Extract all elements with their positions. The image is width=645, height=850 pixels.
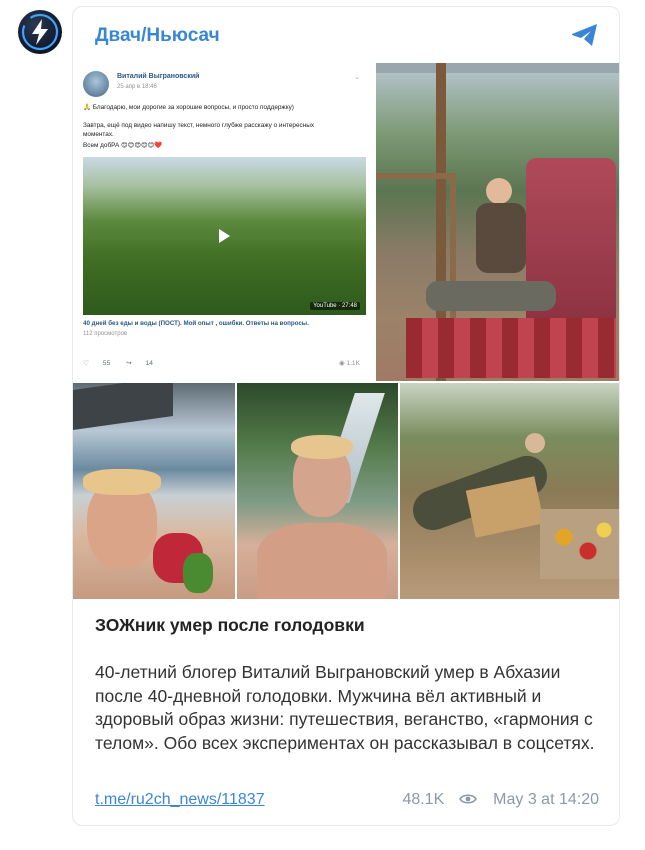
vk-text-line: Всем добРА 😊😊😍😊😊❤️ (83, 142, 163, 149)
vk-author-avatar (83, 71, 109, 97)
vk-likes: 55 (102, 360, 111, 367)
channel-logo-icon (21, 13, 59, 51)
vk-author-name: Виталий Выграновский (117, 73, 200, 80)
photo-gazebo[interactable] (376, 63, 619, 381)
post-views: 48.1K (402, 791, 445, 808)
vk-post-date: 25 апр в 18:46 (117, 84, 157, 90)
media-grid[interactable]: Виталий Выграновский 25 апр в 18:46 ⌄ 🙏 … (73, 63, 619, 599)
vk-text-line: 🙏 Благодарю, мои дорогие за хорошие вопр… (83, 104, 294, 111)
vk-views-count: ◉ 1.1K (339, 359, 360, 367)
vk-text-line: моментах. (83, 131, 114, 138)
post-card: Двач/Ньюсач Виталий Выграновский 25 апр … (72, 6, 620, 826)
chevron-down-icon: ⌄ (354, 74, 360, 81)
heart-icon: ♡ (83, 360, 89, 367)
vk-actions: ♡ 55 ↪ 14 (83, 359, 167, 367)
photo-waterfall[interactable] (237, 383, 398, 599)
post-body: 40-летний блогер Виталий Выграновский ум… (95, 662, 595, 753)
channel-name[interactable]: Двач/Ньюсач (95, 25, 220, 47)
post-header: Двач/Ньюсач (73, 7, 619, 63)
telegram-icon[interactable] (571, 23, 599, 47)
photo-beach-selfie[interactable] (73, 383, 235, 599)
eye-icon (458, 794, 477, 804)
vk-video-views: 112 просмотров (83, 331, 128, 337)
post-title: ЗОЖник умер после голодовки (95, 615, 365, 635)
post-link[interactable]: t.me/ru2ch_news/11837 (95, 791, 265, 809)
vk-video-title: 40 дней без еды и воды (ПОСТ). Мой опыт … (83, 320, 309, 327)
post-time: May 3 at 14:20 (493, 791, 599, 808)
vk-video-thumbnail: YouTube · 27:48 (83, 157, 366, 315)
share-icon: ↪ (126, 360, 132, 367)
post-meta: 48.1K May 3 at 14:20 (402, 791, 599, 809)
channel-avatar[interactable] (18, 10, 62, 54)
vk-video-duration: YouTube · 27:48 (310, 302, 360, 310)
vk-post-screenshot[interactable]: Виталий Выграновский 25 апр в 18:46 ⌄ 🙏 … (73, 63, 374, 381)
vk-views-value: 1.1K (346, 360, 360, 367)
play-icon (219, 229, 230, 243)
vk-shares: 14 (145, 360, 153, 367)
photo-fruit-harvest[interactable] (400, 383, 619, 599)
vk-text-line: Завтра, ещё под видео напишу текст, немн… (83, 122, 315, 129)
